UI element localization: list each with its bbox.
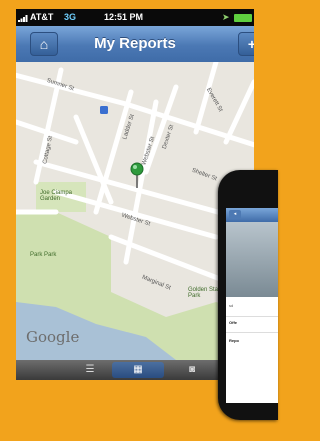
- add-report-button[interactable]: +: [238, 32, 254, 56]
- navigation-bar: ⌂ My Reports +: [16, 26, 254, 63]
- transit-marker: [100, 106, 108, 114]
- battery-icon: [234, 14, 252, 22]
- clock: 12:51 PM: [104, 12, 144, 22]
- tab-list[interactable]: ☰: [64, 362, 116, 378]
- report-line: sd: [229, 303, 234, 308]
- report-line: Repo: [229, 338, 239, 343]
- second-phone-screen: ◂ sd Offe Repo: [226, 208, 278, 403]
- report-line: Offe: [229, 320, 237, 325]
- page-title: My Reports: [94, 35, 176, 52]
- carrier-label: AT&T: [30, 12, 54, 22]
- tab-map[interactable]: ▦: [112, 362, 164, 378]
- map-icon: ▦: [133, 364, 143, 375]
- signal-icon: [18, 15, 28, 22]
- google-logo: Google: [26, 328, 80, 346]
- camera-icon: ◙: [188, 364, 196, 375]
- report-photo: [226, 222, 278, 297]
- back-icon: ◂: [229, 210, 241, 219]
- tab-camera[interactable]: ◙: [166, 362, 218, 378]
- network-label: 3G: [64, 12, 77, 22]
- second-phone-nav: ◂: [226, 208, 278, 222]
- location-icon: ➤: [222, 12, 230, 22]
- second-phone-image: ◂ sd Offe Repo: [218, 170, 278, 420]
- plus-icon: +: [247, 36, 254, 52]
- place-label: Joe Ciampa Garden: [40, 190, 73, 202]
- status-bar: AT&T 3G 12:51 PM ➤: [16, 9, 254, 26]
- place-label: Park Park: [30, 252, 57, 258]
- list-icon: ☰: [85, 364, 95, 375]
